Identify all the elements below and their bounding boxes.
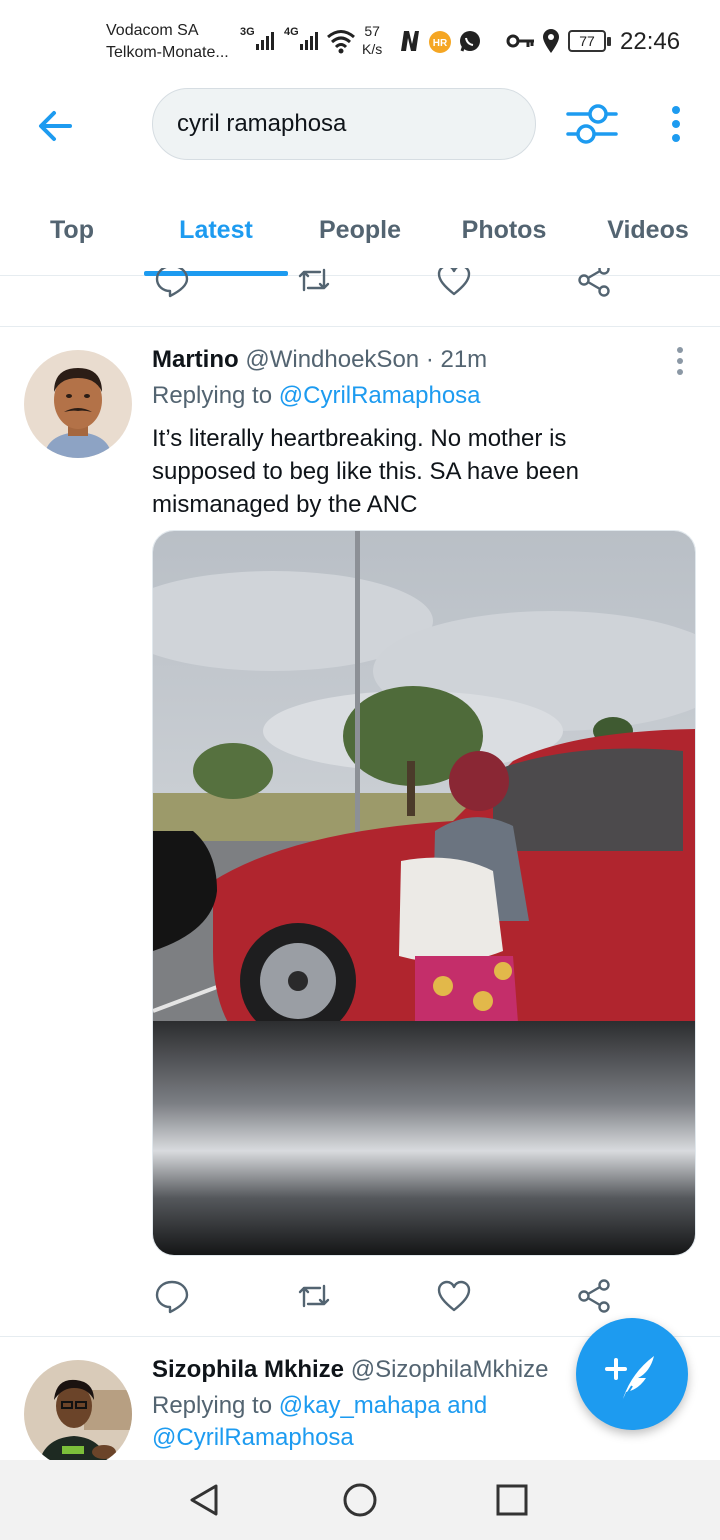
retweet-icon[interactable] <box>296 268 332 298</box>
like-icon[interactable] <box>436 268 472 298</box>
battery-indicator: 77 <box>568 30 611 52</box>
mention-link[interactable]: @CyrilRamaphosa <box>279 382 481 409</box>
speed-value: 57 <box>364 23 380 39</box>
huawei-health-icon: HR <box>429 31 451 53</box>
tab-latest[interactable]: Latest <box>144 188 288 276</box>
avatar-image <box>24 350 132 458</box>
tab-videos[interactable]: Videos <box>576 188 720 275</box>
mention-link[interactable]: @CyrilRamaphosa <box>152 1424 354 1451</box>
tweet-time: 21m <box>440 346 488 373</box>
carrier-1: Vodacom SA <box>106 22 199 39</box>
network-type-2: 4G <box>284 26 299 38</box>
tweet-header: Martino @WindhoekSon · 21m <box>152 346 487 374</box>
signal-bars-2-icon <box>300 30 318 50</box>
key-icon <box>506 34 534 48</box>
search-filter-icon[interactable] <box>566 102 618 146</box>
more-options-icon[interactable] <box>662 104 690 148</box>
share-icon[interactable] <box>576 268 612 298</box>
tweet-photo-image <box>153 531 695 1255</box>
nav-back-icon[interactable] <box>186 1482 222 1518</box>
signal-bars-1-icon <box>256 30 274 50</box>
tweet-actions <box>152 1278 622 1318</box>
retweet-icon[interactable] <box>296 1278 332 1314</box>
reply-icon[interactable] <box>154 268 190 298</box>
compose-feather-icon <box>605 1356 654 1403</box>
tweet-header: Sizophila Mkhize @SizophilaMkhize <box>152 1356 548 1384</box>
network-speed: 57 K/s <box>362 22 382 58</box>
system-nav-bar <box>0 1460 720 1540</box>
author-handle[interactable]: @SizophilaMkhize <box>351 1356 549 1383</box>
search-input[interactable]: cyril ramaphosa <box>152 88 536 160</box>
replying-to-line-2: @CyrilRamaphosa <box>152 1424 354 1452</box>
tweet-divider <box>0 326 720 327</box>
tweet-text: It’s literally heartbreaking. No mother … <box>152 425 579 518</box>
replying-to-label: Replying to <box>152 1392 273 1419</box>
nav-recents-icon[interactable] <box>494 1482 530 1518</box>
author-handle[interactable]: @WindhoekSon <box>245 346 419 373</box>
clock: 22:46 <box>620 28 681 55</box>
previous-tweet-actions <box>152 268 622 308</box>
netflix-icon <box>401 31 419 51</box>
avatar-image <box>24 1360 132 1468</box>
separator: · <box>425 346 434 373</box>
svg-text:HR: HR <box>433 38 448 49</box>
reply-icon[interactable] <box>154 1278 190 1314</box>
like-icon[interactable] <box>436 1278 472 1314</box>
status-bar: Vodacom SA Telkom-Monate... 3G 4G 57 K/s… <box>0 0 720 68</box>
avatar[interactable] <box>24 1360 132 1468</box>
tweet-photo[interactable] <box>152 530 696 1256</box>
replying-to: Replying to @CyrilRamaphosa <box>152 382 481 410</box>
mention-and: and <box>447 1392 488 1419</box>
tab-people[interactable]: People <box>288 188 432 275</box>
author-name[interactable]: Sizophila Mkhize <box>152 1356 344 1383</box>
back-arrow-icon[interactable] <box>36 106 76 146</box>
search-tabs: Top Latest People Photos Videos <box>0 188 720 276</box>
whatsapp-icon <box>460 31 480 52</box>
tab-photos[interactable]: Photos <box>432 188 576 275</box>
share-icon[interactable] <box>576 1278 612 1314</box>
search-header: cyril ramaphosa <box>0 68 720 188</box>
mention-link[interactable]: @kay_mahapa <box>279 1392 441 1419</box>
carrier-2: Telkom-Monate... <box>106 44 229 61</box>
tweet-options-icon[interactable] <box>670 346 690 376</box>
author-name[interactable]: Martino <box>152 346 239 373</box>
compose-tweet-button[interactable] <box>576 1318 688 1430</box>
tab-top[interactable]: Top <box>0 188 144 275</box>
avatar[interactable] <box>24 350 132 458</box>
network-type-1: 3G <box>240 26 255 38</box>
wifi-icon <box>327 30 355 54</box>
carrier-info: Vodacom SA Telkom-Monate... <box>106 20 229 64</box>
location-icon <box>543 29 559 53</box>
nav-home-icon[interactable] <box>342 1482 378 1518</box>
replying-to-label: Replying to <box>152 382 273 409</box>
speed-unit: K/s <box>362 41 383 57</box>
replying-to: Replying to @kay_mahapa and <box>152 1392 487 1420</box>
